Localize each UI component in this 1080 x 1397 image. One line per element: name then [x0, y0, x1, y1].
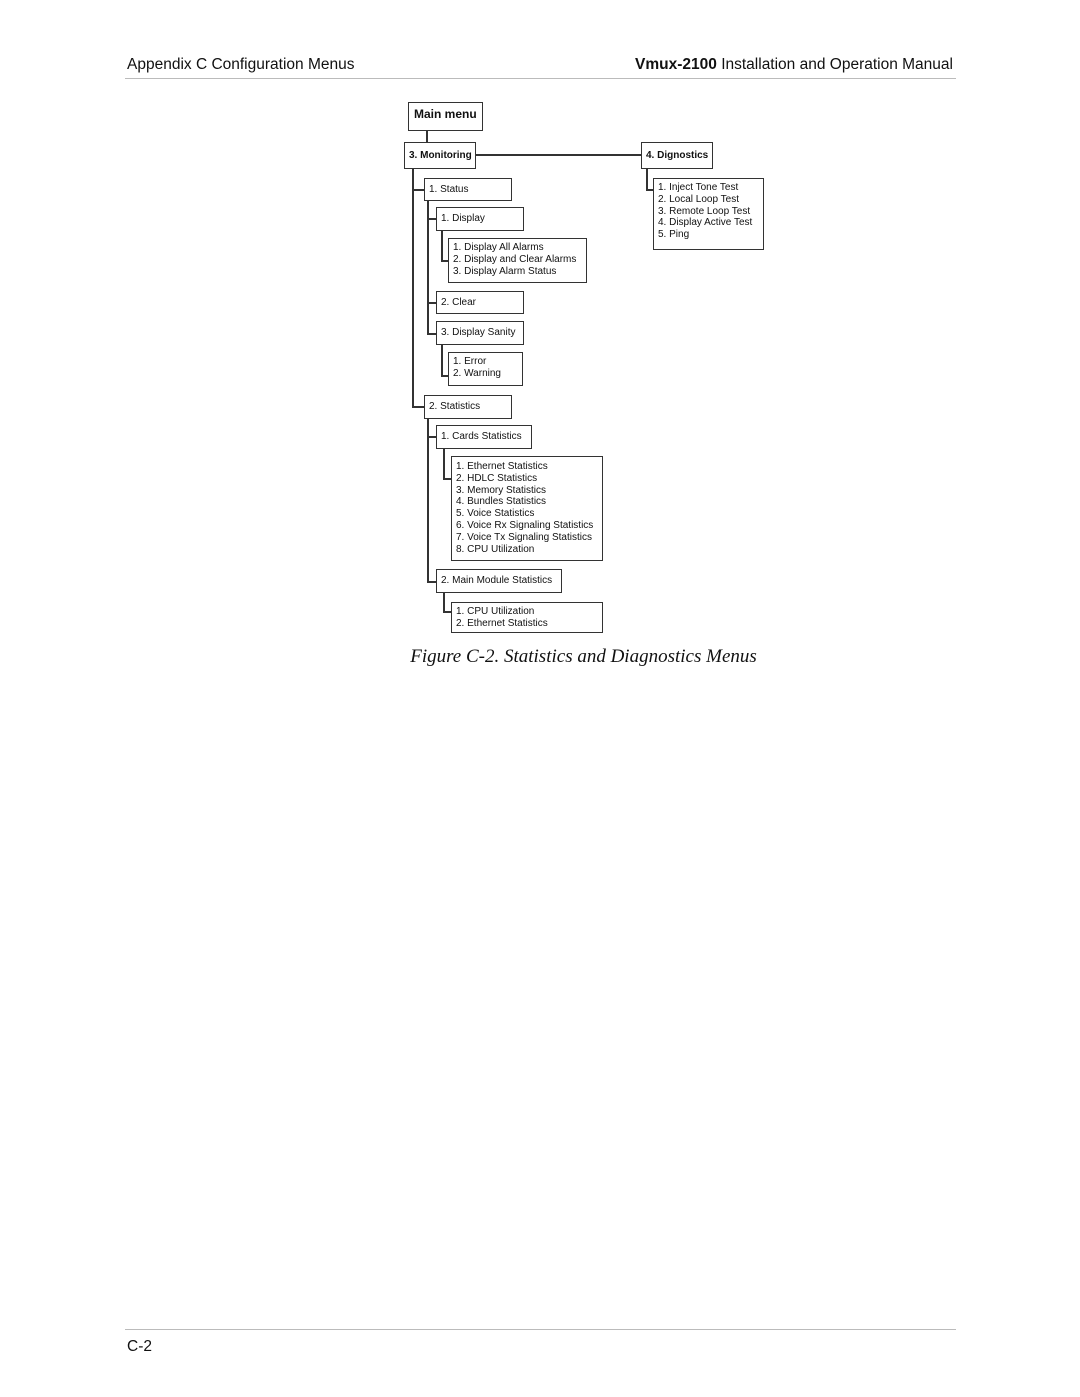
- connector-line: [443, 478, 451, 480]
- menu-item: 5. Ping: [658, 229, 690, 241]
- product-name: Vmux-2100: [635, 56, 717, 73]
- menu-item: 1. Ethernet Statistics: [456, 461, 548, 472]
- connector-line: [426, 130, 428, 142]
- figure-caption: Figure C-2. Statistics and Diagnostics M…: [410, 646, 757, 667]
- connector-line: [427, 418, 429, 581]
- connector-line: [646, 168, 648, 189]
- menu-item: 2. Ethernet Statistics: [456, 617, 548, 629]
- menu-item: 6. Voice Rx Signaling Statistics: [456, 519, 594, 531]
- menu-item: 4. Display Active Test: [658, 217, 753, 229]
- menu-item: 1. CPU Utilization: [456, 606, 535, 617]
- menu-item: 8. CPU Utilization: [456, 543, 535, 555]
- connector-line: [443, 593, 445, 611]
- menu-box-status: 1. Status: [424, 178, 512, 201]
- menu-list-cards-statistics: 1. Ethernet Statistics 2. HDLC Statistic…: [451, 456, 603, 561]
- connector-line: [427, 581, 436, 583]
- connector-line: [412, 406, 424, 408]
- header-rule: [125, 78, 956, 79]
- menu-item: 3. Memory Statistics: [456, 484, 547, 496]
- menu-item: 2. Local Loop Test: [658, 193, 739, 205]
- menu-box-statistics: 2. Statistics: [424, 395, 512, 419]
- menu-item: 4. Bundles Statistics: [456, 496, 547, 508]
- connector-line: [427, 200, 429, 334]
- menu-list-sanity: 1. Error 2. Warning: [448, 352, 523, 386]
- menu-item: 5. Voice Statistics: [456, 508, 535, 520]
- connector-line: [443, 611, 451, 613]
- menu-box-main-menu: Main menu: [408, 102, 483, 131]
- connector-line: [475, 154, 641, 156]
- running-header-right: Vmux-2100 Installation and Operation Man…: [635, 56, 953, 74]
- connector-line: [441, 345, 443, 375]
- menu-list-diagnostics: 1. Inject Tone Test 2. Local Loop Test 3…: [653, 178, 764, 250]
- menu-box-cards-statistics: 1. Cards Statistics: [436, 425, 532, 449]
- menu-item: 3. Display Alarm Status: [453, 265, 557, 277]
- connector-line: [412, 168, 414, 407]
- menu-item: 2. HDLC Statistics: [456, 472, 538, 484]
- menu-list-main-module: 1. CPU Utilization 2. Ethernet Statistic…: [451, 602, 603, 633]
- menu-box-display-sanity: 3. Display Sanity: [436, 321, 524, 345]
- connector-line: [427, 333, 436, 335]
- running-header-left: Appendix C Configuration Menus: [127, 56, 355, 73]
- menu-box-main-module-statistics: 2. Main Module Statistics: [436, 569, 562, 593]
- connector-line: [412, 189, 424, 191]
- menu-list-display: 1. Display All Alarms 2. Display and Cle…: [448, 238, 587, 283]
- menu-box-diagnostics: 4. Dignostics: [641, 142, 713, 169]
- menu-item: 7. Voice Tx Signaling Statistics: [456, 531, 592, 543]
- menu-item: 1. Inject Tone Test: [658, 182, 739, 193]
- connector-line: [441, 230, 443, 260]
- menu-box-display: 1. Display: [436, 207, 524, 231]
- connector-line: [427, 302, 436, 304]
- menu-item: 2. Warning: [453, 367, 501, 379]
- connector-line: [427, 436, 436, 438]
- connector-line: [427, 218, 436, 220]
- menu-item: 1. Display All Alarms: [453, 242, 544, 253]
- menu-item: 2. Display and Clear Alarms: [453, 253, 577, 265]
- menu-item: 3. Remote Loop Test: [658, 205, 751, 217]
- connector-line: [443, 448, 445, 478]
- menu-box-monitoring: 3. Monitoring: [404, 142, 476, 169]
- page-number: C-2: [127, 1338, 152, 1355]
- menu-item: 1. Error: [453, 356, 487, 367]
- footer-rule: [125, 1329, 956, 1330]
- manual-title: Installation and Operation Manual: [716, 56, 953, 73]
- menu-box-clear: 2. Clear: [436, 291, 524, 314]
